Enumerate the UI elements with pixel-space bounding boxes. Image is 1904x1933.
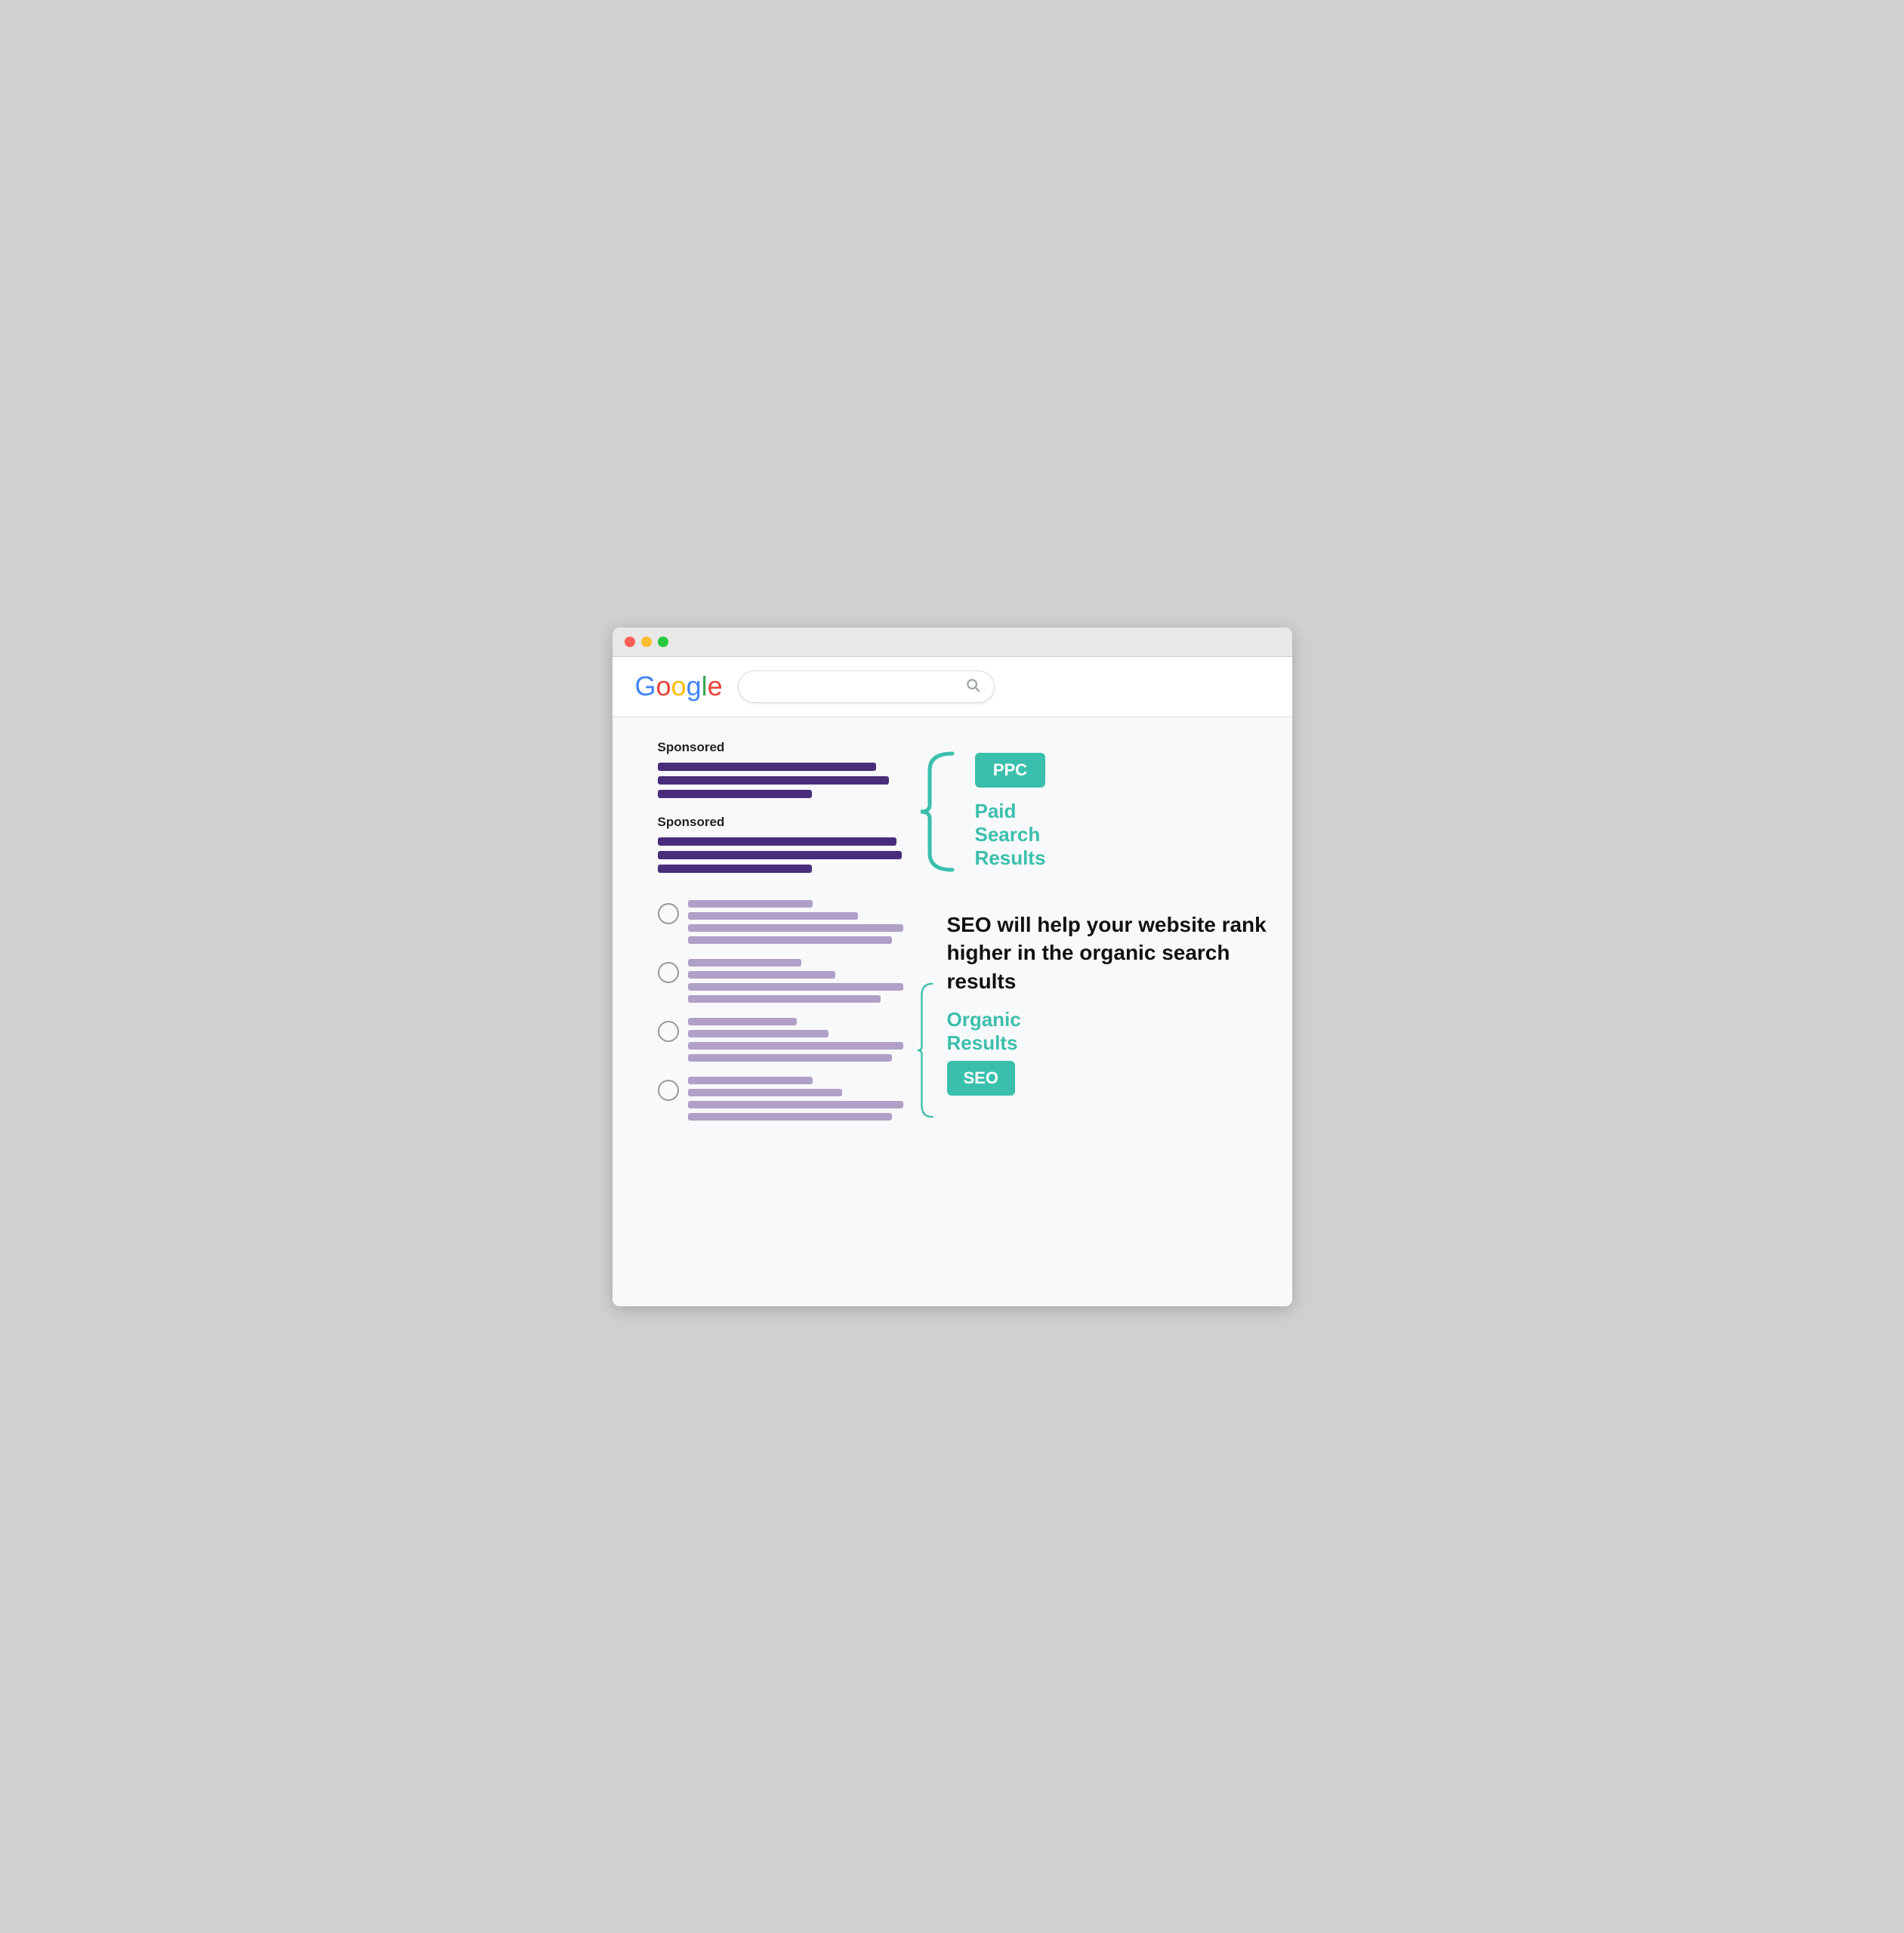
logo-g2: g [687, 671, 702, 701]
lav-bar-2d [688, 995, 881, 1003]
lav-bar-4d [688, 1113, 892, 1121]
maximize-button[interactable] [658, 637, 668, 647]
paid-search-label: Paid Search Results [975, 800, 1046, 871]
lav-bar-3c [688, 1042, 903, 1050]
organic-circle-1 [658, 903, 679, 924]
lav-bar-1a [688, 900, 813, 908]
organic-item-3 [658, 1018, 915, 1066]
lav-bar-1b [688, 912, 858, 920]
seo-labels: SEO will help your website rank higher i… [947, 903, 1270, 1096]
sponsored-section-1: Sponsored [658, 740, 915, 798]
ppc-annotation-area: PPC Paid Search Results [915, 748, 1270, 876]
browser-window: Google Sponsored [613, 627, 1292, 1306]
organic-circle-3 [658, 1021, 679, 1042]
lav-bar-2c [688, 983, 903, 991]
seo-annotation-area: SEO will help your website rank higher i… [915, 903, 1270, 1198]
organic-lines-2 [688, 959, 915, 1007]
main-content: Sponsored Sponsored [613, 717, 1292, 1306]
organic-circle-4 [658, 1080, 679, 1101]
close-button[interactable] [625, 637, 635, 647]
organic-item-4 [658, 1077, 915, 1125]
purple-bar-2a [658, 837, 896, 846]
logo-e: e [708, 671, 723, 701]
lav-bar-3b [688, 1030, 829, 1037]
purple-bar-2c [658, 865, 812, 873]
organic-lines-4 [688, 1077, 915, 1125]
search-icon [965, 677, 980, 696]
logo-g: G [635, 671, 656, 701]
lav-bar-4a [688, 1077, 813, 1084]
organic-label-area: OrganicResults SEO [947, 1008, 1270, 1096]
organic-label: OrganicResults [947, 1008, 1270, 1055]
annotations-column: PPC Paid Search Results SEO will help yo… [915, 740, 1270, 1284]
organic-lines-3 [688, 1018, 915, 1066]
logo-o1: o [656, 671, 671, 701]
logo-o2: o [671, 671, 687, 701]
purple-bar-1c [658, 790, 812, 798]
lav-bar-3d [688, 1054, 892, 1062]
organic-circle-2 [658, 962, 679, 983]
search-bar[interactable] [738, 671, 995, 703]
seo-brace-icon [915, 903, 940, 1198]
results-column: Sponsored Sponsored [658, 740, 915, 1284]
sponsored-section-2: Sponsored [658, 815, 915, 873]
lav-bar-1d [688, 936, 892, 944]
purple-bar-1a [658, 763, 876, 771]
organic-item-1 [658, 900, 915, 948]
google-header: Google [613, 657, 1292, 717]
purple-bar-1b [658, 776, 889, 785]
sponsored-label-1: Sponsored [658, 740, 915, 755]
ppc-brace-icon [915, 748, 967, 876]
lav-bar-2a [688, 959, 801, 966]
lav-bar-4b [688, 1089, 842, 1096]
organic-item-2 [658, 959, 915, 1007]
sponsored-label-2: Sponsored [658, 815, 915, 830]
google-logo: Google [635, 673, 723, 700]
purple-bar-2b [658, 851, 902, 859]
title-bar [613, 627, 1292, 657]
lav-bar-1c [688, 924, 903, 932]
search-input[interactable] [752, 680, 965, 693]
seo-description: SEO will help your website rank higher i… [947, 911, 1270, 996]
ppc-labels: PPC Paid Search Results [975, 753, 1046, 871]
organic-lines-1 [688, 900, 915, 948]
seo-badge: SEO [947, 1061, 1015, 1096]
browser-content: Google Sponsored [613, 657, 1292, 1306]
lav-bar-2b [688, 971, 835, 979]
ppc-badge: PPC [975, 753, 1046, 788]
lav-bar-4c [688, 1101, 903, 1108]
lav-bar-3a [688, 1018, 797, 1025]
minimize-button[interactable] [641, 637, 652, 647]
logo-l: l [702, 671, 708, 701]
